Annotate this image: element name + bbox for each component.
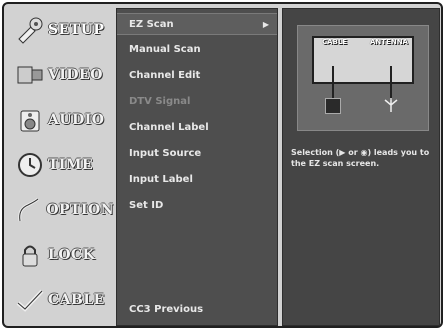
ez-scan-illustration: CABLE ANTENNA: [297, 25, 429, 131]
tab-label: CABLE: [48, 292, 105, 308]
help-text: Selection (▶ or ◉) leads you to the EZ s…: [291, 148, 430, 168]
audio-icon: [14, 104, 46, 136]
cable-plug-icon: [325, 98, 341, 114]
antenna-icon: [382, 96, 400, 114]
cable-label: CABLE: [322, 38, 348, 46]
tab-setup[interactable]: SETUP: [10, 8, 114, 52]
video-icon: [14, 59, 46, 91]
info-panel: CABLE ANTENNA Selection (▶ or ◉) leads y…: [282, 8, 440, 326]
option-icon: [14, 194, 44, 226]
menu-item-label: Channel Edit: [129, 70, 201, 81]
tab-label: AUDIO: [48, 112, 105, 128]
menu-item-channel-label[interactable]: Channel Label: [117, 117, 277, 139]
menu-item-label: Input Source: [129, 148, 202, 159]
menu-item-label: EZ Scan: [129, 19, 174, 30]
tab-lock[interactable]: LOCK: [10, 233, 114, 277]
menu-item-label: DTV Signal: [129, 96, 191, 107]
menu-item-manual-scan[interactable]: Manual Scan: [117, 39, 277, 61]
cable-icon: [14, 284, 46, 316]
tab-audio[interactable]: AUDIO: [10, 98, 114, 142]
menu-item-input-source[interactable]: Input Source: [117, 143, 277, 165]
antenna-connector-line: [390, 66, 392, 100]
menu-item-channel-edit[interactable]: Channel Edit: [117, 65, 277, 87]
tab-cable[interactable]: CABLE: [10, 278, 114, 322]
lock-icon: [14, 239, 46, 271]
tab-video[interactable]: VIDEO: [10, 53, 114, 97]
tab-option[interactable]: OPTION: [10, 188, 114, 232]
menu-item-input-label[interactable]: Input Label: [117, 169, 277, 191]
menu-item-ez-scan[interactable]: EZ Scan ▶: [117, 13, 277, 35]
tab-label: TIME: [48, 157, 94, 173]
tab-label: LOCK: [48, 247, 96, 263]
menu-item-set-id[interactable]: Set ID: [117, 195, 277, 217]
tab-label: SETUP: [48, 22, 105, 38]
antenna-label: ANTENNA: [370, 38, 408, 46]
tab-time[interactable]: TIME: [10, 143, 114, 187]
tab-label: VIDEO: [48, 67, 103, 83]
footer-label: CC3 Previous: [129, 304, 204, 315]
menu-item-label: Manual Scan: [129, 44, 201, 55]
category-tabs: SETUP VIDEO AUDIO TIME OPTION LOCK CABLE: [10, 8, 114, 326]
menu-item-label: Channel Label: [129, 122, 209, 133]
menu-item-label: Set ID: [129, 200, 164, 211]
menu-footer-previous[interactable]: CC3 Previous: [117, 299, 277, 321]
tab-label: OPTION: [46, 202, 114, 218]
menu-item-label: Input Label: [129, 174, 193, 185]
arrow-right-icon: ▶: [262, 20, 269, 29]
time-icon: [14, 149, 46, 181]
setup-icon: [14, 14, 46, 46]
setup-menu-list: EZ Scan ▶ Manual Scan Channel Edit DTV S…: [116, 8, 278, 326]
setup-menu-window: SETUP VIDEO AUDIO TIME OPTION LOCK CABLE…: [2, 2, 443, 328]
menu-item-dtv-signal: DTV Signal: [117, 91, 277, 113]
cable-connector-line: [332, 66, 334, 100]
